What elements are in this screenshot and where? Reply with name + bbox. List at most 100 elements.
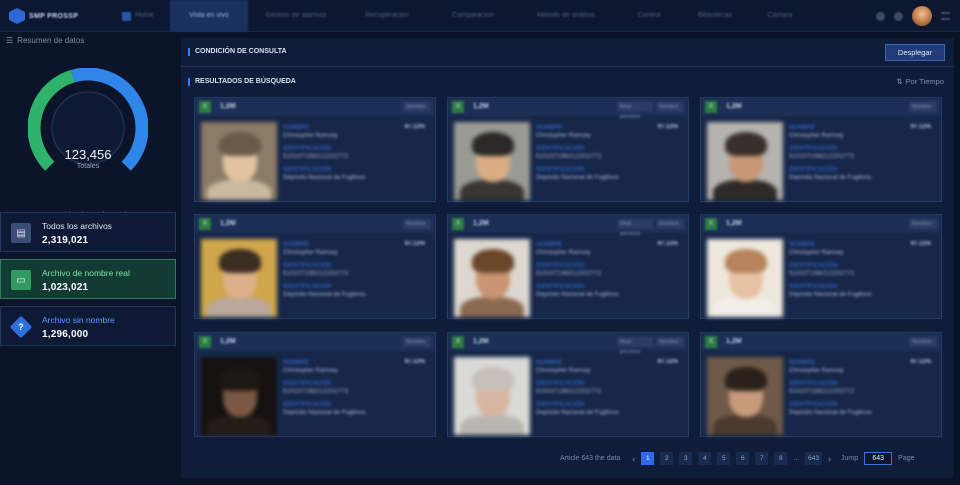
person-source: Depósito Nacional de Fugitivos	[789, 292, 872, 298]
stat-value: 1,296,000	[42, 329, 89, 340]
id-field-label: IDENTIFICACIÓN	[283, 381, 332, 387]
settings-icon[interactable]	[876, 11, 885, 21]
person-name: Christopher Ramsey	[789, 133, 844, 139]
card-tag: Real persona	[617, 102, 653, 120]
page-number[interactable]: 6	[736, 452, 750, 465]
menu-icon[interactable]	[941, 12, 950, 20]
page-number[interactable]: 5	[717, 452, 731, 465]
card-badge: X	[199, 336, 211, 348]
person-photo[interactable]	[454, 239, 530, 317]
result-card[interactable]: X 1,2M Nombre Real persona 97.12% NOMBRE …	[447, 332, 689, 437]
person-name: Christopher Ramsey	[536, 133, 591, 139]
nav-item-5[interactable]: Método de análisis	[516, 0, 616, 32]
match-percent: 97.12%	[657, 124, 678, 130]
notification-icon[interactable]	[894, 11, 903, 21]
page-number[interactable]: 643	[805, 452, 823, 465]
source-field-label: IDENTIFICACIÓN	[283, 167, 332, 173]
page-number[interactable]: 4	[698, 452, 712, 465]
total-label: Totales	[76, 163, 100, 170]
person-source: Depósito Nacional de Fugitivos	[283, 175, 366, 181]
person-photo[interactable]	[201, 239, 277, 317]
nav-item-8[interactable]: Cámara	[748, 0, 812, 32]
page-number[interactable]: 3	[679, 452, 693, 465]
card-count: 1,2M	[473, 338, 489, 345]
nav-item-label: Home	[135, 12, 154, 19]
result-card[interactable]: X 1,2M Nombre Real persona 97.12% NOMBRE …	[447, 97, 689, 202]
card-count: 1,2M	[220, 220, 236, 227]
nav-item-4[interactable]: Comparacion	[430, 0, 516, 32]
pagination: Article 643 the data ‹ 1 2 3 4 5 6 7 8... 643 › …	[560, 452, 915, 465]
expand-button[interactable]: Desplegar	[885, 44, 945, 61]
match-percent: 97.12%	[404, 124, 425, 130]
nav-item-6[interactable]: Control	[616, 0, 682, 32]
result-card[interactable]: X 1,2M Nombre 97.12% NOMBRE Christopher …	[700, 332, 942, 437]
person-source: Depósito Nacional de Fugitivos	[536, 410, 619, 416]
card-tag: Nombre	[656, 219, 684, 229]
page-number[interactable]: 1	[641, 452, 655, 465]
archive-donut-chart	[28, 68, 148, 171]
person-photo[interactable]	[707, 122, 783, 200]
result-card[interactable]: X 1,2M Nombre 97.12% NOMBRE Christopher …	[194, 214, 436, 319]
person-id: 510107198212202772	[536, 389, 602, 395]
jump-page-input[interactable]	[864, 452, 893, 465]
user-avatar[interactable]	[912, 6, 932, 26]
query-condition-title: CONDICIÓN DE CONSULTA	[188, 48, 287, 56]
next-page-icon[interactable]: ›	[828, 454, 831, 464]
card-badge: X	[452, 218, 464, 230]
nav-item-0[interactable]: Home	[106, 0, 170, 32]
card-tag: Nombre	[656, 337, 684, 347]
person-source: Depósito Nacional de Fugitivos	[283, 292, 366, 298]
source-field-label: IDENTIFICACIÓN	[536, 167, 585, 173]
source-field-label: IDENTIFICACIÓN	[283, 284, 332, 290]
person-photo[interactable]	[454, 357, 530, 435]
result-card[interactable]: X 1,2M Nombre 97.12% NOMBRE Christopher …	[194, 97, 436, 202]
result-card[interactable]: X 1,2M Nombre 97.12% NOMBRE Christopher …	[194, 332, 436, 437]
stat-all-archives[interactable]: ▤ Todos los archivos 2,319,021	[0, 212, 176, 252]
query-condition-panel: CONDICIÓN DE CONSULTA Desplegar	[181, 38, 954, 67]
person-id: 510107198212202772	[283, 154, 349, 160]
person-name: Christopher Ramsey	[536, 368, 591, 374]
nav-item-7[interactable]: Bibliotecas	[682, 0, 748, 32]
nav-item-3[interactable]: Recuperación	[344, 0, 430, 32]
nav-item-label: Control	[637, 12, 661, 19]
nav-item-2[interactable]: Gestión de alarmas	[248, 0, 344, 32]
card-header: X 1,2M Nombre Real persona	[448, 98, 688, 120]
person-id: 510107198212202772	[789, 389, 855, 395]
person-name: Christopher Ramsey	[789, 250, 844, 256]
person-id: 510107198212202772	[789, 154, 855, 160]
nav-item-1[interactable]: Vista en vivo	[170, 0, 248, 32]
person-source: Depósito Nacional de Fugitivos	[789, 410, 872, 416]
person-photo[interactable]	[201, 357, 277, 435]
result-card[interactable]: X 1,2M Nombre 97.12% NOMBRE Christopher …	[700, 214, 942, 319]
page-number[interactable]: 8	[774, 452, 788, 465]
prev-page-icon[interactable]: ‹	[632, 454, 635, 464]
person-photo[interactable]	[201, 122, 277, 200]
match-percent: 97.12%	[657, 359, 678, 365]
sort-icon: ⇅	[896, 77, 903, 86]
source-field-label: IDENTIFICACIÓN	[789, 402, 838, 408]
person-source: Depósito Nacional de Fugitivos	[536, 292, 619, 298]
card-header: X 1,2M Nombre	[195, 215, 435, 233]
stat-anonymous-archives[interactable]: ? Archivo sin nombre 1,296,000	[0, 306, 176, 346]
person-photo[interactable]	[707, 239, 783, 317]
page-number[interactable]: 7	[755, 452, 769, 465]
person-source: Depósito Nacional de Fugitivos	[789, 175, 872, 181]
person-photo[interactable]	[454, 122, 530, 200]
person-photo[interactable]	[707, 357, 783, 435]
card-header: X 1,2M Nombre	[701, 98, 941, 116]
page-number[interactable]: 2	[660, 452, 674, 465]
sort-by-time[interactable]: ⇅ Por Tiempo	[896, 77, 944, 86]
nav-item-label: Gestión de alarmas	[265, 12, 327, 19]
match-percent: 97.12%	[404, 359, 425, 365]
match-percent: 97.12%	[910, 124, 931, 130]
result-card[interactable]: X 1,2M Nombre Real persona 97.12% NOMBRE …	[447, 214, 689, 319]
stat-label: Archivo sin nombre	[42, 315, 115, 325]
result-card[interactable]: X 1,2M Nombre 97.12% NOMBRE Christopher …	[700, 97, 942, 202]
app-logo[interactable]: SMP PROSSP	[9, 8, 91, 24]
id-field-label: IDENTIFICACIÓN	[283, 146, 332, 152]
stat-real-name-archives[interactable]: ▭ Archivo de nombre real 1,023,021	[0, 259, 176, 299]
card-tag: Nombre	[909, 337, 937, 347]
card-tag: Real persona	[617, 219, 653, 237]
logo-text: SMP PROSSP	[29, 12, 79, 20]
top-right-controls	[876, 6, 950, 26]
